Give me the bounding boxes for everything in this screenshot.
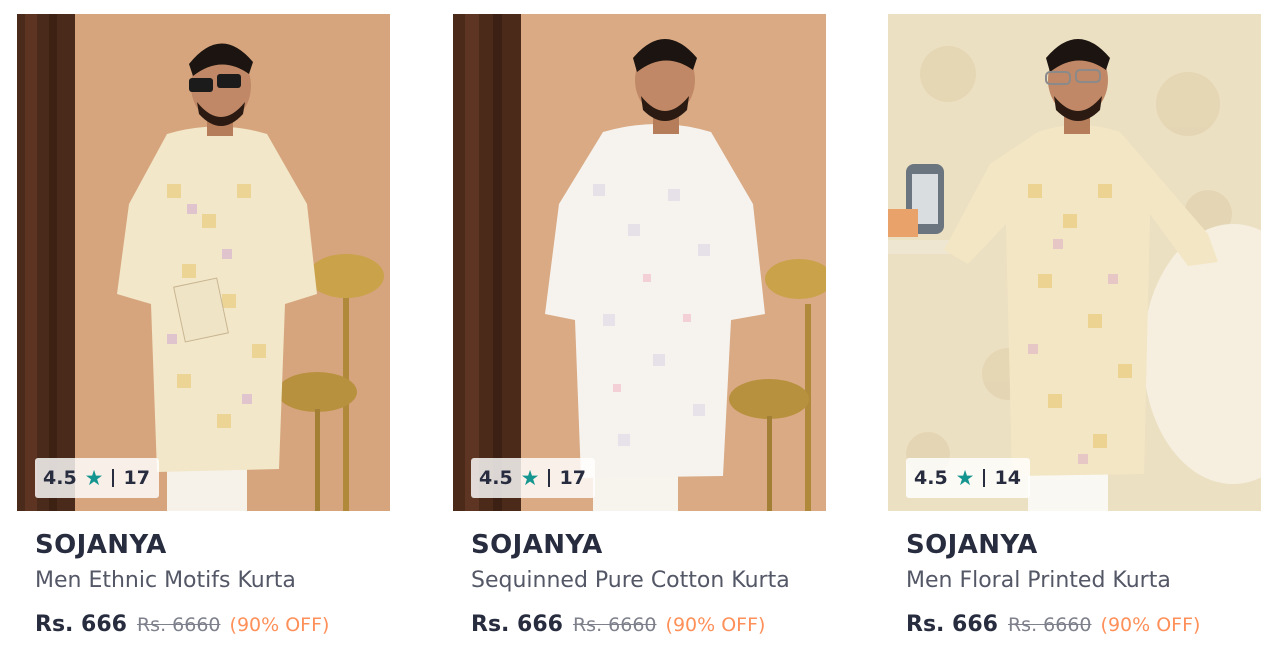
product-grid: 4.5 ★ 17 SOJANYA Men Ethnic Motifs Kurta…: [17, 14, 1263, 652]
rating-badge: 4.5 ★ 17: [471, 458, 595, 498]
rating-value: 4.5: [43, 467, 77, 489]
star-icon: ★: [955, 465, 975, 490]
product-brand: SOJANYA: [906, 530, 1038, 560]
product-card[interactable]: 4.5 ★ 17 SOJANYA Sequinned Pure Cotton K…: [453, 14, 826, 650]
selling-price: Rs. 666: [35, 612, 127, 637]
price-row: Rs. 666 Rs. 6660 (90% OFF): [906, 612, 1200, 637]
product-photo: [17, 14, 390, 511]
star-icon: ★: [520, 465, 540, 490]
selling-price: Rs. 666: [906, 612, 998, 637]
original-price: Rs. 6660: [136, 614, 221, 636]
discount-label: (90% OFF): [1100, 614, 1201, 636]
product-image[interactable]: [17, 14, 390, 511]
price-row: Rs. 666 Rs. 6660 (90% OFF): [471, 612, 765, 637]
product-image[interactable]: [453, 14, 826, 511]
product-title: Sequinned Pure Cotton Kurta: [471, 568, 790, 593]
rating-divider: [111, 469, 114, 487]
star-icon: ★: [84, 465, 104, 490]
product-title: Men Floral Printed Kurta: [906, 568, 1171, 593]
rating-badge: 4.5 ★ 17: [35, 458, 159, 498]
product-brand: SOJANYA: [35, 530, 167, 560]
discount-label: (90% OFF): [229, 614, 330, 636]
rating-badge: 4.5 ★ 14: [906, 458, 1030, 498]
review-count: 17: [559, 467, 586, 489]
original-price: Rs. 6660: [572, 614, 657, 636]
original-price: Rs. 6660: [1007, 614, 1092, 636]
rating-divider: [982, 469, 985, 487]
product-photo: [453, 14, 826, 511]
rating-value: 4.5: [479, 467, 513, 489]
rating-divider: [547, 469, 550, 487]
rating-value: 4.5: [914, 467, 948, 489]
product-title: Men Ethnic Motifs Kurta: [35, 568, 296, 593]
selling-price: Rs. 666: [471, 612, 563, 637]
product-brand: SOJANYA: [471, 530, 603, 560]
price-row: Rs. 666 Rs. 6660 (90% OFF): [35, 612, 329, 637]
discount-label: (90% OFF): [665, 614, 766, 636]
product-card[interactable]: 4.5 ★ 17 SOJANYA Men Ethnic Motifs Kurta…: [17, 14, 390, 650]
product-photo: [888, 14, 1261, 511]
review-count: 17: [123, 467, 150, 489]
product-card[interactable]: 4.5 ★ 14 SOJANYA Men Floral Printed Kurt…: [888, 14, 1261, 650]
product-image[interactable]: [888, 14, 1261, 511]
review-count: 14: [994, 467, 1021, 489]
